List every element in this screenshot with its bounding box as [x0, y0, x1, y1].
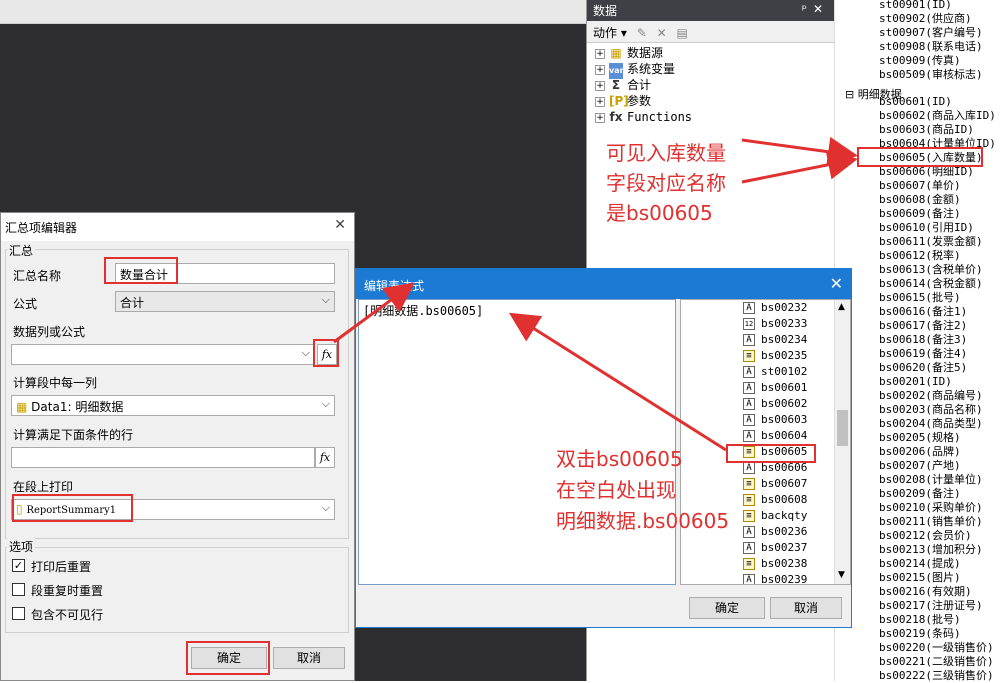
annotation-top-2: 字段对应名称 [606, 171, 726, 195]
annotation-mid-3: 明细数据.bs00605 [556, 509, 730, 533]
arrow-to-field [741, 136, 858, 167]
arrow-to-field-2 [741, 149, 858, 184]
annotation-mid-2: 在空白处出现 [556, 478, 676, 502]
annotation-arrows [333, 136, 858, 452]
annotation-mid-1: 双击bs00605 [556, 447, 683, 471]
arrow-to-expr-dialog [333, 282, 415, 344]
annotation-top-3: 是bs00605 [606, 201, 713, 225]
annotation-top-1: 可见入库数量 [606, 141, 726, 165]
arrow-to-expression [508, 312, 727, 452]
